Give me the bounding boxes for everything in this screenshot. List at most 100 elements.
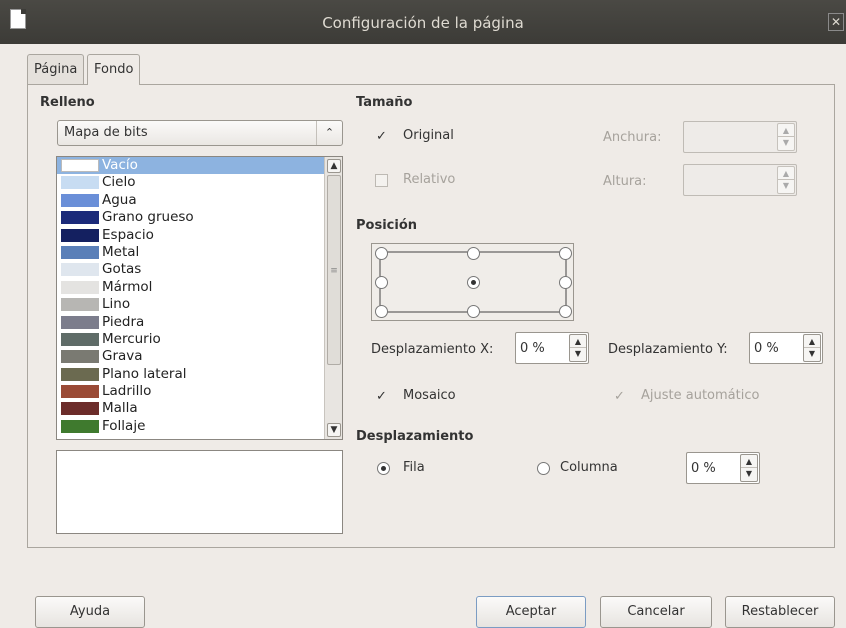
column-radio[interactable] — [537, 462, 550, 475]
bitmap-item[interactable]: Grano grueso — [57, 209, 342, 226]
bitmap-list[interactable]: Vacío Cielo Agua Grano grueso Espacio Metal Go… — [56, 156, 343, 440]
bitmap-label: Mercurio — [102, 330, 161, 347]
tab-page[interactable]: Página — [27, 54, 85, 84]
bitmap-label: Plano lateral — [102, 365, 187, 382]
bitmap-label: Malla — [102, 400, 138, 417]
bitmap-item[interactable]: Gotas — [57, 261, 342, 278]
scroll-up-icon[interactable]: ▲ — [327, 159, 341, 173]
offset-x-spinbox[interactable]: 0 % ▲ ▼ — [515, 332, 589, 364]
bitmap-swatch — [61, 350, 99, 364]
position-bottom-center[interactable] — [467, 305, 480, 318]
bitmap-label: Grava — [102, 348, 143, 365]
offset-value-spinbox[interactable]: 0 % ▲ ▼ — [686, 452, 760, 484]
offset-y-spinbox[interactable]: 0 % ▲ ▼ — [749, 332, 823, 364]
autofit-checkbox[interactable]: ✓ — [613, 390, 626, 403]
bitmap-swatch — [61, 402, 99, 416]
position-top-left[interactable] — [375, 247, 388, 260]
bitmap-label: Cielo — [102, 174, 136, 191]
bitmap-label: Espacio — [102, 226, 154, 243]
position-middle-right[interactable] — [559, 276, 572, 289]
bitmap-swatch — [61, 211, 99, 225]
fill-type-value: Mapa de bits — [64, 125, 148, 140]
fill-preview — [56, 450, 343, 534]
width-label: Anchura: — [603, 130, 662, 145]
row-radio[interactable] — [377, 462, 390, 475]
width-stepper[interactable]: ▲ ▼ — [777, 123, 795, 151]
bitmap-swatch — [61, 245, 99, 259]
position-middle-left[interactable] — [375, 276, 388, 289]
bitmap-swatch — [61, 263, 99, 277]
bitmap-item[interactable]: Grava — [57, 348, 342, 365]
bitmap-item[interactable]: Mármol — [57, 279, 342, 296]
bitmap-swatch — [61, 385, 99, 399]
bitmap-item[interactable]: Follaje — [57, 418, 342, 435]
scroll-thumb[interactable]: ≡ — [327, 175, 341, 365]
bitmap-label: Piedra — [102, 313, 145, 330]
bitmap-swatch — [61, 298, 99, 312]
bitmap-label: Vacío — [102, 157, 138, 173]
bitmap-items: Vacío Cielo Agua Grano grueso Espacio Metal Go… — [57, 157, 342, 435]
bitmap-swatch — [61, 193, 99, 207]
bitmap-item[interactable]: Malla — [57, 400, 342, 417]
bitmap-label: Ladrillo — [102, 383, 152, 400]
bitmap-item[interactable]: Agua — [57, 192, 342, 209]
bitmap-swatch — [61, 332, 99, 346]
ok-button[interactable]: Aceptar — [476, 596, 586, 628]
width-spinbox[interactable]: ▲ ▼ — [683, 121, 797, 153]
bitmap-item[interactable]: Plano lateral — [57, 366, 342, 383]
close-icon[interactable]: ✕ — [828, 13, 844, 31]
offset-value: 0 % — [691, 461, 716, 476]
height-label: Altura: — [603, 174, 647, 189]
bitmap-swatch — [61, 280, 99, 294]
bitmap-item[interactable]: Lino — [57, 296, 342, 313]
bitmap-label: Agua — [102, 191, 137, 208]
bitmap-swatch — [61, 159, 99, 172]
list-scrollbar[interactable]: ▲ ≡ ▼ — [324, 157, 342, 439]
bitmap-label: Gotas — [102, 261, 142, 278]
height-stepper[interactable]: ▲ ▼ — [777, 166, 795, 194]
cancel-button[interactable]: Cancelar — [600, 596, 712, 628]
relative-label: Relativo — [403, 172, 456, 187]
tab-background[interactable]: Fondo — [87, 54, 141, 85]
offset-y-value: 0 % — [754, 341, 779, 356]
position-selector[interactable] — [371, 243, 574, 321]
offset-heading: Desplazamiento — [356, 429, 474, 444]
help-button[interactable]: Ayuda — [35, 596, 145, 628]
bitmap-item[interactable]: Ladrillo — [57, 383, 342, 400]
bitmap-item[interactable]: Vacío — [57, 157, 342, 175]
bitmap-item[interactable]: Piedra — [57, 314, 342, 331]
bitmap-label: Metal — [102, 243, 140, 260]
fill-heading: Relleno — [40, 95, 95, 110]
tile-label: Mosaico — [403, 388, 456, 403]
offset-y-stepper[interactable]: ▲ ▼ — [803, 334, 821, 362]
position-top-right[interactable] — [559, 247, 572, 260]
bitmap-swatch — [61, 367, 99, 381]
offset-x-value: 0 % — [520, 341, 545, 356]
relative-checkbox[interactable] — [375, 174, 388, 187]
bitmap-item[interactable]: Espacio — [57, 227, 342, 244]
position-bottom-left[interactable] — [375, 305, 388, 318]
bitmap-item[interactable]: Mercurio — [57, 331, 342, 348]
column-label: Columna — [560, 460, 618, 475]
height-spinbox[interactable]: ▲ ▼ — [683, 164, 797, 196]
scroll-down-icon[interactable]: ▼ — [327, 423, 341, 437]
bitmap-swatch — [61, 419, 99, 433]
bitmap-item[interactable]: Cielo — [57, 174, 342, 191]
position-heading: Posición — [356, 218, 418, 233]
offset-y-label: Desplazamiento Y: — [608, 342, 728, 357]
position-bottom-right[interactable] — [559, 305, 572, 318]
position-top-center[interactable] — [467, 247, 480, 260]
offset-x-stepper[interactable]: ▲ ▼ — [569, 334, 587, 362]
autofit-label: Ajuste automático — [641, 388, 760, 403]
bitmap-label: Mármol — [102, 278, 153, 295]
original-checkbox[interactable]: ✓ — [375, 130, 388, 143]
offset-value-stepper[interactable]: ▲ ▼ — [740, 454, 758, 482]
position-center[interactable] — [467, 276, 480, 289]
reset-button[interactable]: Restablecer — [725, 596, 835, 628]
fill-type-select[interactable]: Mapa de bits ⌃ — [57, 120, 343, 146]
bitmap-item[interactable]: Metal — [57, 244, 342, 261]
row-label: Fila — [403, 460, 425, 475]
size-heading: Tamaño — [356, 95, 413, 110]
bitmap-swatch — [61, 176, 99, 190]
tile-checkbox[interactable]: ✓ — [375, 390, 388, 403]
